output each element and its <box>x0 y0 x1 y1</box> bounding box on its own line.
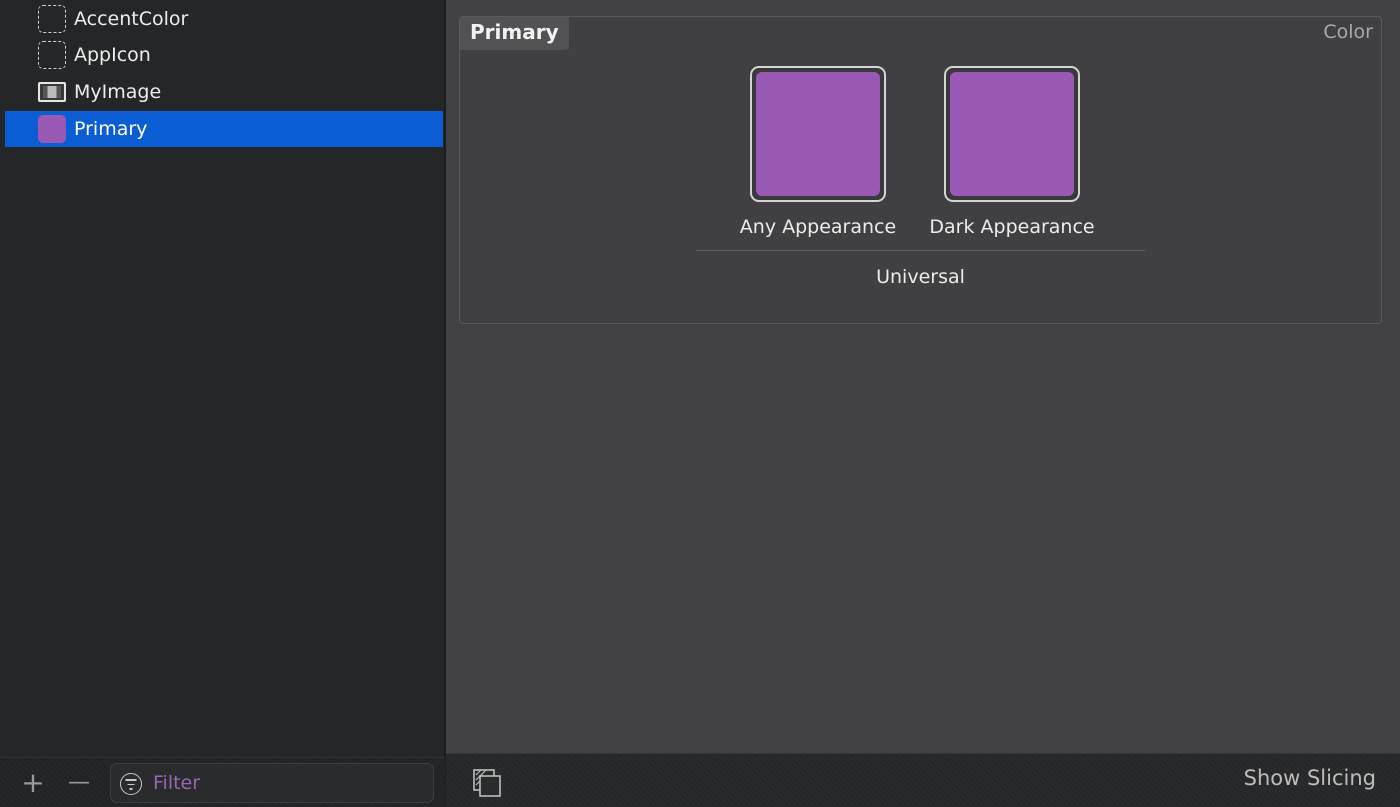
asset-item-accentcolor[interactable]: AccentColor <box>5 1 443 37</box>
color-swatch <box>950 72 1074 196</box>
asset-item-appicon[interactable]: AppIcon <box>5 37 443 73</box>
asset-editor: Primary Color Any Appearance Dark Appear… <box>446 0 1400 753</box>
color-well-any-appearance[interactable] <box>750 66 886 202</box>
well-label-dark-appearance: Dark Appearance <box>929 216 1095 238</box>
well-label-any-appearance: Any Appearance <box>739 216 897 238</box>
dashed-placeholder-icon <box>38 5 66 33</box>
asset-item-myimage[interactable]: MyImage <box>5 74 443 110</box>
color-well-dark-appearance[interactable] <box>944 66 1080 202</box>
color-set-panel: Primary Color Any Appearance Dark Appear… <box>459 16 1382 324</box>
panel-type-label: Color <box>1323 21 1373 43</box>
group-label: Universal <box>876 266 965 288</box>
group-divider <box>696 250 1145 251</box>
color-swatch-icon <box>38 115 66 143</box>
show-slicing-button[interactable]: Show Slicing <box>1244 766 1376 790</box>
filter-input[interactable] <box>151 768 421 798</box>
filter-field[interactable] <box>110 763 434 803</box>
image-set-icon <box>38 82 66 102</box>
asset-list-sidebar: AccentColor AppIcon MyImage Primary + — <box>0 0 445 807</box>
asset-item-primary[interactable]: Primary <box>5 111 443 147</box>
asset-item-label: AccentColor <box>74 8 189 30</box>
color-swatch <box>756 72 880 196</box>
filter-icon <box>120 773 142 795</box>
sidebar-footer: + — <box>0 757 445 807</box>
panel-title: Primary <box>460 17 569 50</box>
dashed-placeholder-icon <box>38 41 66 69</box>
asset-item-label: MyImage <box>74 81 162 103</box>
editor-footer: Show Slicing <box>446 753 1400 807</box>
asset-item-label: Primary <box>74 118 148 140</box>
add-asset-button[interactable]: + <box>18 766 48 800</box>
asset-item-label: AppIcon <box>74 44 151 66</box>
remove-asset-button[interactable]: — <box>64 766 94 800</box>
slicing-icon[interactable] <box>472 768 502 798</box>
